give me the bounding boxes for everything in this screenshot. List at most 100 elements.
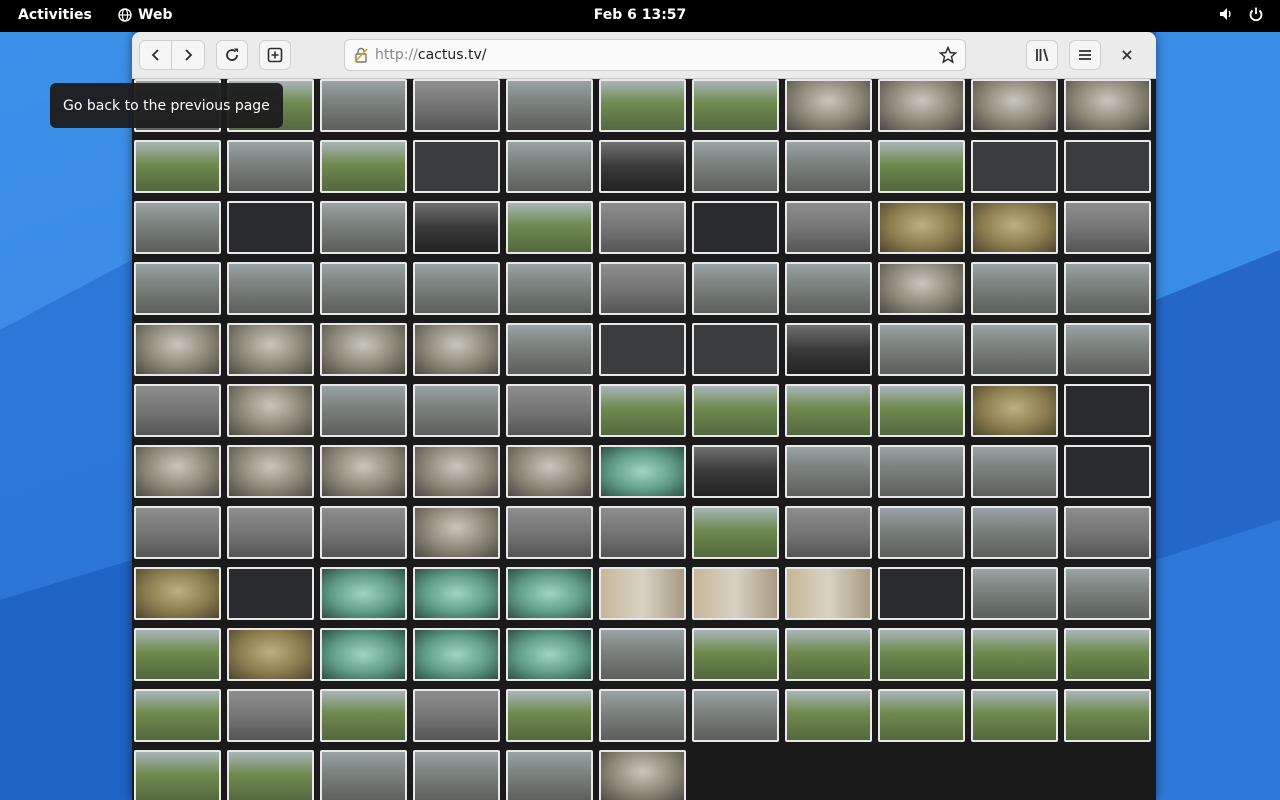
camera-thumbnail[interactable] <box>971 445 1058 498</box>
camera-thumbnail[interactable] <box>227 750 314 800</box>
camera-thumbnail[interactable] <box>134 201 221 254</box>
camera-thumbnail[interactable] <box>134 750 221 800</box>
camera-thumbnail[interactable] <box>1064 689 1151 742</box>
camera-thumbnail[interactable] <box>413 567 500 620</box>
camera-thumbnail[interactable] <box>878 79 965 132</box>
camera-thumbnail[interactable] <box>599 567 686 620</box>
camera-thumbnail[interactable] <box>1064 140 1151 193</box>
camera-thumbnail[interactable] <box>692 201 779 254</box>
camera-thumbnail[interactable] <box>971 628 1058 681</box>
camera-thumbnail[interactable] <box>413 445 500 498</box>
forward-button[interactable] <box>172 40 205 70</box>
camera-thumbnail[interactable] <box>785 445 872 498</box>
camera-thumbnail[interactable] <box>599 506 686 559</box>
camera-thumbnail[interactable] <box>227 323 314 376</box>
camera-thumbnail[interactable] <box>971 262 1058 315</box>
camera-thumbnail[interactable] <box>413 79 500 132</box>
camera-thumbnail[interactable] <box>785 628 872 681</box>
camera-thumbnail[interactable] <box>785 262 872 315</box>
camera-thumbnail[interactable] <box>785 140 872 193</box>
camera-thumbnail[interactable] <box>134 689 221 742</box>
camera-thumbnail[interactable] <box>785 689 872 742</box>
camera-thumbnail[interactable] <box>413 384 500 437</box>
camera-thumbnail[interactable] <box>692 140 779 193</box>
camera-thumbnail[interactable] <box>692 262 779 315</box>
camera-thumbnail[interactable] <box>413 262 500 315</box>
camera-thumbnail[interactable] <box>785 567 872 620</box>
camera-thumbnail[interactable] <box>878 201 965 254</box>
camera-thumbnail[interactable] <box>134 140 221 193</box>
camera-thumbnail[interactable] <box>320 750 407 800</box>
camera-thumbnail[interactable] <box>599 384 686 437</box>
camera-thumbnail[interactable] <box>1064 323 1151 376</box>
camera-thumbnail[interactable] <box>506 79 593 132</box>
camera-thumbnail[interactable] <box>1064 201 1151 254</box>
address-bar[interactable]: http://cactus.tv/ <box>344 39 966 71</box>
camera-thumbnail[interactable] <box>692 689 779 742</box>
camera-thumbnail[interactable] <box>134 506 221 559</box>
camera-thumbnail[interactable] <box>506 201 593 254</box>
camera-thumbnail[interactable] <box>506 323 593 376</box>
camera-thumbnail[interactable] <box>413 750 500 800</box>
camera-thumbnail[interactable] <box>878 689 965 742</box>
camera-thumbnail[interactable] <box>971 506 1058 559</box>
camera-thumbnail[interactable] <box>785 506 872 559</box>
camera-thumbnail[interactable] <box>227 262 314 315</box>
camera-thumbnail[interactable] <box>320 201 407 254</box>
camera-thumbnail[interactable] <box>878 384 965 437</box>
camera-thumbnail[interactable] <box>506 140 593 193</box>
camera-thumbnail[interactable] <box>227 445 314 498</box>
camera-thumbnail[interactable] <box>1064 79 1151 132</box>
camera-thumbnail[interactable] <box>692 323 779 376</box>
camera-thumbnail[interactable] <box>134 384 221 437</box>
camera-thumbnail[interactable] <box>320 140 407 193</box>
camera-thumbnail[interactable] <box>320 689 407 742</box>
camera-thumbnail[interactable] <box>320 628 407 681</box>
camera-thumbnail[interactable] <box>878 567 965 620</box>
camera-thumbnail[interactable] <box>971 567 1058 620</box>
camera-thumbnail[interactable] <box>320 445 407 498</box>
camera-thumbnail[interactable] <box>506 262 593 315</box>
camera-thumbnail[interactable] <box>320 567 407 620</box>
camera-thumbnail[interactable] <box>413 323 500 376</box>
camera-thumbnail[interactable] <box>320 506 407 559</box>
camera-thumbnail[interactable] <box>227 689 314 742</box>
clock[interactable]: Feb 6 13:57 <box>0 7 1280 23</box>
camera-thumbnail[interactable] <box>506 506 593 559</box>
bookmark-star-icon[interactable] <box>939 46 957 64</box>
camera-thumbnail[interactable] <box>134 262 221 315</box>
camera-thumbnail[interactable] <box>971 140 1058 193</box>
camera-thumbnail[interactable] <box>506 750 593 800</box>
camera-thumbnail[interactable] <box>599 323 686 376</box>
close-window-button[interactable] <box>1118 46 1136 64</box>
camera-thumbnail[interactable] <box>692 567 779 620</box>
camera-thumbnail[interactable] <box>971 384 1058 437</box>
camera-thumbnail[interactable] <box>971 79 1058 132</box>
camera-thumbnail[interactable] <box>134 567 221 620</box>
camera-thumbnail[interactable] <box>1064 567 1151 620</box>
camera-thumbnail[interactable] <box>599 628 686 681</box>
camera-thumbnail[interactable] <box>599 140 686 193</box>
camera-thumbnail[interactable] <box>785 323 872 376</box>
camera-thumbnail[interactable] <box>878 445 965 498</box>
camera-thumbnail[interactable] <box>692 384 779 437</box>
camera-thumbnail[interactable] <box>413 140 500 193</box>
camera-thumbnail[interactable] <box>599 79 686 132</box>
camera-thumbnail[interactable] <box>878 140 965 193</box>
new-tab-button[interactable] <box>259 40 291 70</box>
camera-thumbnail[interactable] <box>134 445 221 498</box>
camera-thumbnail[interactable] <box>320 79 407 132</box>
camera-thumbnail[interactable] <box>413 506 500 559</box>
camera-thumbnail[interactable] <box>413 628 500 681</box>
url-text[interactable]: http://cactus.tv/ <box>375 47 486 63</box>
camera-thumbnail[interactable] <box>320 262 407 315</box>
camera-thumbnail[interactable] <box>227 140 314 193</box>
back-button[interactable] <box>139 40 172 70</box>
camera-thumbnail[interactable] <box>1064 445 1151 498</box>
camera-thumbnail[interactable] <box>878 628 965 681</box>
camera-thumbnail[interactable] <box>506 689 593 742</box>
camera-thumbnail[interactable] <box>599 689 686 742</box>
camera-thumbnail[interactable] <box>320 323 407 376</box>
camera-thumbnail[interactable] <box>692 79 779 132</box>
camera-thumbnail[interactable] <box>971 689 1058 742</box>
